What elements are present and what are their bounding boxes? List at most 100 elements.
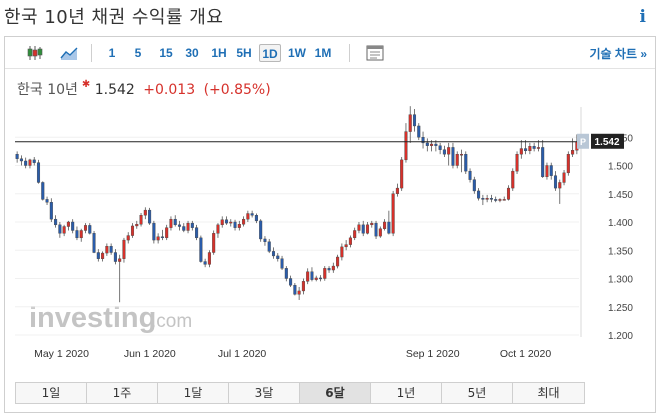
candle-body	[109, 246, 113, 253]
candle-body	[387, 221, 391, 234]
candle	[276, 253, 280, 262]
candle	[468, 168, 472, 183]
candle-body	[32, 159, 36, 163]
candle	[404, 123, 408, 163]
candle-body	[19, 158, 23, 162]
candle	[173, 215, 177, 227]
candle-body	[289, 278, 293, 286]
candle-body	[71, 221, 75, 231]
candlestick-chart[interactable]: investing .com 1.5501.5001.4501.4001.350…	[5, 37, 657, 377]
candle	[130, 223, 135, 238]
candle-body	[75, 230, 79, 239]
range-max[interactable]: 최대	[513, 383, 584, 403]
candle	[464, 151, 468, 174]
candle-body	[400, 159, 404, 189]
candle-body	[489, 198, 493, 200]
candle-body	[130, 225, 135, 236]
candle-body	[190, 222, 194, 228]
candle-body	[468, 170, 472, 180]
candle-body	[233, 221, 237, 228]
candle	[105, 243, 109, 256]
candle-body	[224, 219, 229, 224]
candle	[438, 142, 442, 155]
candle	[242, 216, 246, 227]
candle-body	[212, 233, 216, 253]
candle-body	[88, 225, 92, 234]
candle-body	[229, 221, 233, 224]
candle-body	[284, 268, 288, 279]
candle	[340, 243, 344, 261]
candle	[477, 188, 481, 201]
candle-body	[216, 224, 220, 234]
candle	[160, 229, 164, 241]
candle-body	[459, 153, 464, 156]
candle	[297, 286, 301, 300]
candle-body	[412, 114, 417, 127]
candle	[485, 194, 489, 203]
candle	[71, 219, 75, 234]
candle	[54, 215, 58, 228]
candle-body	[438, 145, 442, 150]
range-1d[interactable]: 1일	[16, 383, 87, 403]
candle	[528, 142, 532, 155]
range-5y[interactable]: 5년	[442, 383, 513, 403]
candle	[45, 196, 49, 206]
range-6m[interactable]: 6달	[300, 383, 371, 403]
candle-body	[318, 277, 323, 280]
candle-body	[195, 227, 199, 239]
candle-body	[101, 252, 105, 259]
candle	[472, 176, 476, 194]
candle	[195, 224, 199, 241]
candle-body	[541, 147, 545, 177]
candle	[451, 142, 455, 169]
candle	[96, 249, 100, 262]
range-1w[interactable]: 1주	[87, 383, 158, 403]
candle	[203, 258, 207, 268]
candle-body	[276, 255, 280, 259]
candle-body	[36, 162, 41, 183]
candle-body	[417, 125, 421, 138]
candle-body	[549, 165, 553, 176]
candle-body	[477, 190, 481, 199]
candle	[28, 158, 32, 169]
candle-body	[246, 213, 250, 220]
candle	[156, 233, 160, 244]
candle-body	[374, 222, 378, 237]
candle-body	[254, 215, 258, 222]
candle-body	[83, 225, 88, 231]
chart-panel: 1 5 15 30 1H 5H 1D 1W 1M 기술 차트 » 한국 10년 ✱…	[4, 36, 656, 413]
candle-body	[148, 209, 152, 224]
range-3m[interactable]: 3달	[229, 383, 300, 403]
candle	[165, 224, 169, 241]
candle-body	[498, 199, 502, 201]
candle	[519, 140, 523, 159]
range-1m[interactable]: 1달	[158, 383, 229, 403]
candle-body	[62, 226, 66, 234]
candle	[233, 219, 237, 231]
candle	[314, 275, 318, 282]
candle	[323, 266, 327, 281]
candle-body	[545, 165, 549, 178]
candle-body	[297, 290, 301, 295]
candle-body	[66, 221, 70, 227]
info-icon[interactable]: i	[640, 7, 646, 27]
candle-body	[571, 150, 575, 155]
candle-body	[340, 246, 344, 258]
candle-body	[306, 271, 310, 282]
candle-body	[323, 268, 327, 279]
candle	[289, 275, 293, 287]
range-1y[interactable]: 1년	[371, 383, 442, 403]
candle-body	[485, 198, 489, 200]
candle-body	[361, 224, 365, 234]
candle-body	[143, 209, 147, 216]
candle	[374, 220, 378, 239]
candle-body	[506, 187, 511, 200]
candle-body	[314, 277, 318, 280]
candle	[83, 223, 88, 234]
candle-body	[310, 271, 314, 280]
candle	[336, 254, 340, 269]
candle	[41, 181, 45, 201]
candle	[143, 207, 147, 220]
candle-body	[186, 222, 190, 231]
candle	[344, 240, 348, 251]
